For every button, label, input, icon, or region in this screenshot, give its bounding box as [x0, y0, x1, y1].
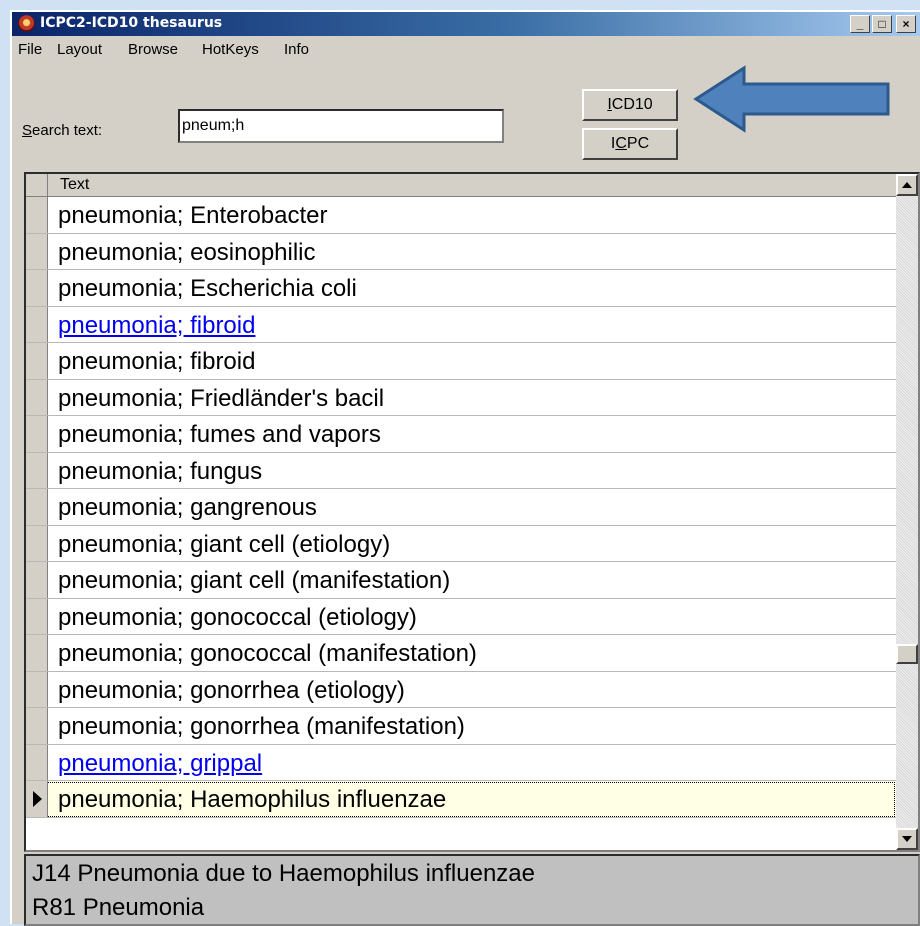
table-row[interactable]: pneumonia; grippal: [26, 744, 896, 781]
header-indicator-cell: [26, 174, 48, 196]
scroll-up-button[interactable]: [896, 174, 918, 196]
table-row[interactable]: pneumonia; gonorrhea (etiology): [26, 671, 896, 708]
icpc-code-result: R81 Pneumonia: [32, 894, 205, 921]
app-icon: [18, 15, 35, 32]
icd10-code-result: J14 Pneumonia due to Haemophilus influen…: [32, 860, 536, 887]
row-indicator[interactable]: [26, 781, 48, 817]
table-row[interactable]: pneumonia; Haemophilus influenzae: [26, 781, 896, 818]
row-text: pneumonia; Friedländer's bacil: [58, 384, 385, 412]
maximize-button[interactable]: □: [872, 15, 892, 33]
menu-info[interactable]: Info: [284, 41, 309, 58]
table-row[interactable]: pneumonia; fumes and vapors: [26, 416, 896, 453]
row-text: pneumonia; gonococcal (manifestation): [58, 640, 477, 667]
row-link-text[interactable]: pneumonia; fibroid: [58, 312, 255, 340]
table-row[interactable]: pneumonia; eosinophilic: [26, 233, 896, 270]
row-text: pneumonia; Haemophilus influenzae: [58, 786, 447, 813]
grid-rows: pneumonia; Enterobacter pneumonia; eosino…: [26, 197, 896, 818]
results-grid: Text pneumonia; Enterobacter pneumonia; e…: [24, 172, 920, 852]
row-indicator[interactable]: [26, 671, 48, 707]
menu-browse[interactable]: Browse: [128, 41, 178, 58]
row-text: pneumonia; gonococcal (etiology): [58, 603, 417, 631]
column-header-text[interactable]: Text: [60, 176, 89, 194]
pointer-arrow-icon: [693, 65, 890, 133]
table-row[interactable]: pneumonia; gonorrhea (manifestation): [26, 708, 896, 745]
icd10-button[interactable]: ICD10: [582, 89, 678, 121]
row-indicator[interactable]: [26, 452, 48, 488]
row-text: pneumonia; giant cell (etiology): [58, 530, 391, 558]
scroll-thumb[interactable]: [896, 644, 918, 664]
search-input[interactable]: [178, 109, 504, 143]
code-panel: J14 Pneumonia due to Haemophilus influen…: [24, 854, 920, 926]
grid-header: Text: [26, 174, 896, 197]
table-row[interactable]: pneumonia; giant cell (etiology): [26, 525, 896, 562]
arrow-down-icon: [902, 836, 912, 842]
row-link-text[interactable]: pneumonia; grippal: [58, 750, 262, 778]
close-button[interactable]: ×: [896, 15, 916, 33]
title-bar[interactable]: ICPC2-ICD10 thesaurus _ □ ×: [12, 12, 920, 36]
row-text: pneumonia; gonorrhea (etiology): [58, 676, 405, 704]
table-row[interactable]: pneumonia; gangrenous: [26, 489, 896, 526]
row-text: pneumonia; Escherichia coli: [58, 275, 357, 302]
vertical-scrollbar[interactable]: [896, 174, 918, 850]
row-indicator[interactable]: [26, 416, 48, 452]
scroll-down-button[interactable]: [896, 828, 918, 850]
row-indicator[interactable]: [26, 744, 48, 780]
row-indicator[interactable]: [26, 635, 48, 671]
row-text: pneumonia; giant cell (manifestation): [58, 567, 451, 594]
row-indicator[interactable]: [26, 233, 48, 269]
app-window: ICPC2-ICD10 thesaurus _ □ × File Layout …: [10, 10, 920, 926]
table-row[interactable]: pneumonia; gonococcal (manifestation): [26, 635, 896, 672]
row-indicator[interactable]: [26, 379, 48, 415]
minimize-button[interactable]: _: [850, 15, 870, 33]
menu-bar: File Layout Browse HotKeys Info: [12, 38, 920, 62]
current-row-pointer-icon: [33, 791, 42, 807]
table-row[interactable]: pneumonia; Escherichia coli: [26, 270, 896, 307]
row-indicator[interactable]: [26, 343, 48, 379]
table-row[interactable]: pneumonia; Friedländer's bacil: [26, 379, 896, 416]
row-indicator[interactable]: [26, 197, 48, 233]
row-text: pneumonia; gangrenous: [58, 494, 317, 521]
table-row[interactable]: pneumonia; Enterobacter: [26, 197, 896, 234]
row-indicator[interactable]: [26, 598, 48, 634]
row-indicator[interactable]: [26, 489, 48, 525]
menu-file[interactable]: File: [18, 41, 42, 58]
menu-layout[interactable]: Layout: [57, 41, 102, 58]
table-row[interactable]: pneumonia; fibroid: [26, 306, 896, 343]
row-text: pneumonia; Enterobacter: [58, 202, 328, 229]
table-row[interactable]: pneumonia; giant cell (manifestation): [26, 562, 896, 599]
table-row[interactable]: pneumonia; gonococcal (etiology): [26, 598, 896, 635]
row-indicator[interactable]: [26, 525, 48, 561]
table-row[interactable]: pneumonia; fibroid: [26, 343, 896, 380]
row-text: pneumonia; eosinophilic: [58, 238, 316, 266]
row-indicator[interactable]: [26, 708, 48, 744]
row-indicator[interactable]: [26, 270, 48, 306]
menu-hotkeys[interactable]: HotKeys: [202, 41, 259, 58]
table-row[interactable]: pneumonia; fungus: [26, 452, 896, 489]
search-label: Search text:: [22, 122, 103, 139]
icpc-button[interactable]: ICPC: [582, 128, 678, 160]
row-indicator[interactable]: [26, 562, 48, 598]
row-text: pneumonia; fungus: [58, 457, 263, 485]
row-text: pneumonia; fibroid: [58, 348, 256, 375]
row-text: pneumonia; gonorrhea (manifestation): [58, 713, 465, 740]
row-indicator[interactable]: [26, 306, 48, 342]
window-title: ICPC2-ICD10 thesaurus: [40, 15, 223, 31]
arrow-up-icon: [902, 182, 912, 188]
row-text: pneumonia; fumes and vapors: [58, 421, 381, 448]
